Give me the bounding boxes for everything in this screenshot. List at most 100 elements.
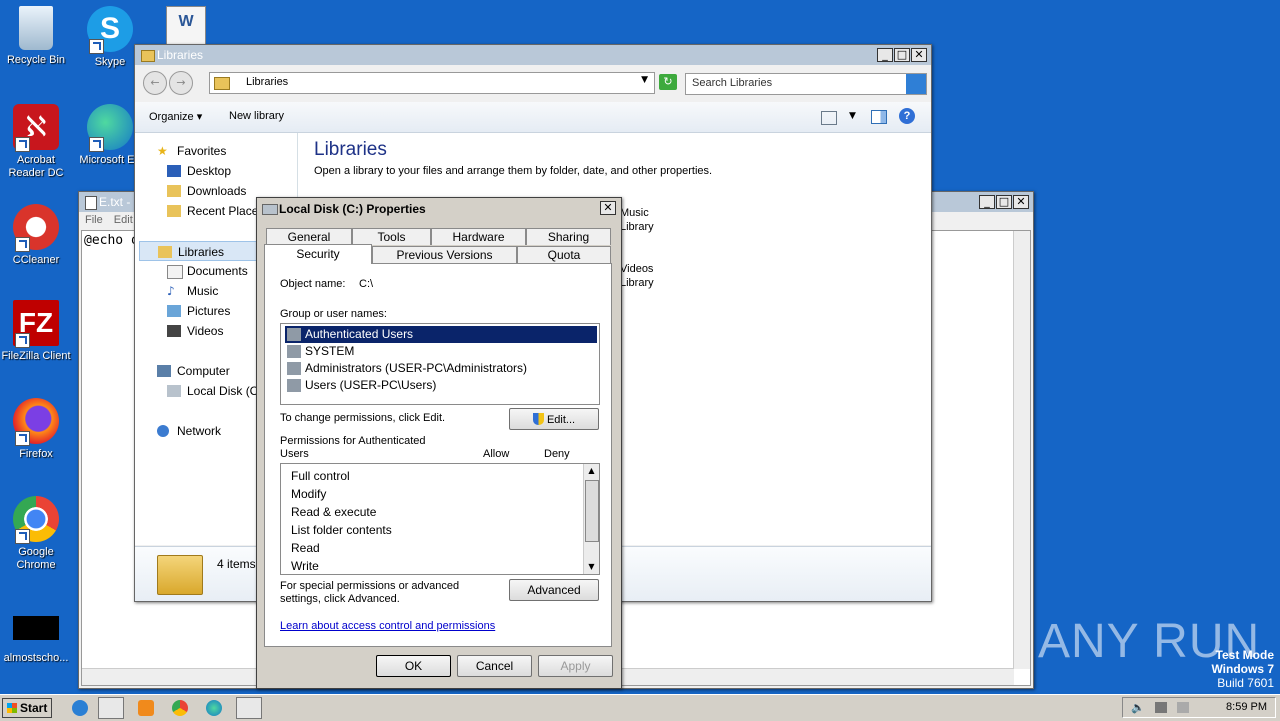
nav-music[interactable]: ♪ Music <box>167 281 218 301</box>
minimize-button[interactable]: _ <box>979 195 995 209</box>
scroll-down-icon[interactable]: ▼ <box>584 560 599 574</box>
close-button[interactable]: ✕ <box>911 48 927 62</box>
user-authenticated-users[interactable]: Authenticated Users <box>285 326 597 343</box>
desktop-icon-chrome[interactable]: Google Chrome <box>0 496 74 572</box>
search-box[interactable]: Search Libraries <box>685 73 927 95</box>
menu-file[interactable]: File <box>85 214 103 226</box>
desktop-icon-recycle-bin[interactable]: Recycle Bin <box>0 6 74 67</box>
cancel-button[interactable]: Cancel <box>457 655 532 677</box>
edge-taskbar-icon[interactable] <box>206 700 222 716</box>
ie-icon[interactable] <box>72 700 88 716</box>
ok-button[interactable]: OK <box>376 655 451 677</box>
notepad-taskbar-icon[interactable] <box>236 697 262 719</box>
desktop-icon-ccleaner[interactable]: CCleaner <box>0 204 74 267</box>
scroll-thumb[interactable] <box>585 480 599 542</box>
chevron-down-icon[interactable]: ▼ <box>641 75 648 85</box>
help-icon[interactable]: ? <box>899 108 915 124</box>
library-tile-music[interactable]: Music Library <box>620 206 654 234</box>
volume-icon[interactable]: 🔈 <box>1131 701 1145 714</box>
properties-dialog[interactable]: Local Disk (C:) Properties ✕ General Too… <box>256 197 622 689</box>
tab-sharing[interactable]: Sharing <box>526 228 611 245</box>
drive-title-icon <box>262 204 278 215</box>
start-button[interactable]: Start <box>2 698 52 718</box>
nav-network[interactable]: Network <box>157 421 221 441</box>
flag-icon[interactable] <box>1177 702 1189 713</box>
tab-previous-versions[interactable]: Previous Versions <box>372 246 517 263</box>
tab-tools[interactable]: Tools <box>352 228 431 245</box>
address-bar[interactable]: Libraries ▼ <box>209 72 655 94</box>
nav-recent-places[interactable]: Recent Places <box>167 201 264 221</box>
perm-write: Write <box>291 559 319 573</box>
explorer-taskbar-icon[interactable] <box>98 697 124 719</box>
permissions-scrollbar[interactable]: ▲ ▼ <box>583 464 599 574</box>
object-name-label: Object name: <box>280 278 346 290</box>
users-icon <box>287 345 301 358</box>
new-library-button[interactable]: New library <box>229 110 284 122</box>
address-text: Libraries <box>246 76 289 88</box>
close-button[interactable]: ✕ <box>1013 195 1029 209</box>
explorer-titlebar[interactable]: Libraries _ □ ✕ <box>135 45 931 65</box>
tab-hardware[interactable]: Hardware <box>431 228 526 245</box>
tab-general[interactable]: General <box>266 228 352 245</box>
chevron-down-icon[interactable]: ▼ <box>849 111 856 121</box>
libraries-title-icon <box>141 50 155 62</box>
desktop-icon-firefox[interactable]: Firefox <box>0 398 74 461</box>
tab-security[interactable]: Security <box>264 244 372 264</box>
desktop-icon-almostscho[interactable]: almostscho... <box>0 616 74 665</box>
nav-documents[interactable]: Documents <box>167 261 248 281</box>
user-users[interactable]: Users (USER-PC\Users) <box>285 377 597 394</box>
dialog-titlebar[interactable]: Local Disk (C:) Properties ✕ <box>257 198 621 220</box>
explorer-toolbar: Organize ▾ New library ▼ ? <box>135 102 931 133</box>
nav-computer[interactable]: Computer <box>157 361 230 381</box>
users-icon <box>287 379 301 392</box>
user-list[interactable]: Authenticated Users SYSTEM Administrator… <box>280 323 600 405</box>
libraries-large-icon <box>157 555 203 595</box>
close-button[interactable]: ✕ <box>600 201 616 215</box>
preview-pane-icon[interactable] <box>871 110 887 124</box>
search-input[interactable]: Search Libraries <box>692 77 772 89</box>
back-button[interactable]: ← <box>143 71 167 95</box>
menu-edit[interactable]: Edit <box>114 214 133 226</box>
view-options-icon[interactable] <box>821 111 837 125</box>
library-tile-videos[interactable]: Videos Library <box>620 262 654 290</box>
search-icon[interactable] <box>906 74 926 94</box>
recent-places-icon <box>167 205 181 217</box>
maximize-button[interactable]: □ <box>894 48 910 62</box>
apply-button[interactable]: Apply <box>538 655 613 677</box>
refresh-icon[interactable]: ↻ <box>659 74 677 90</box>
libraries-icon <box>158 246 172 258</box>
maximize-button[interactable]: □ <box>996 195 1012 209</box>
nav-videos[interactable]: Videos <box>167 321 223 341</box>
nav-pictures[interactable]: Pictures <box>167 301 230 321</box>
edit-button[interactable]: Edit... <box>509 408 599 430</box>
dialog-title: Local Disk (C:) Properties <box>279 202 426 216</box>
users-icon <box>287 362 301 375</box>
windows-logo-icon <box>7 703 17 713</box>
pictures-icon <box>167 305 181 317</box>
user-system[interactable]: SYSTEM <box>285 343 597 360</box>
perm-full-control: Full control <box>291 469 350 483</box>
desktop-icon-acrobat[interactable]: ℵ Acrobat Reader DC <box>0 104 74 180</box>
advanced-button[interactable]: Advanced <box>509 579 599 601</box>
nav-downloads[interactable]: Downloads <box>167 181 246 201</box>
nav-favorites[interactable]: ★ Favorites <box>157 141 226 161</box>
forward-button[interactable]: → <box>169 71 193 95</box>
minimize-button[interactable]: _ <box>877 48 893 62</box>
learn-link[interactable]: Learn about access control and permissio… <box>280 620 495 632</box>
tab-quota[interactable]: Quota <box>517 246 611 263</box>
vertical-scrollbar[interactable] <box>1013 231 1030 669</box>
desktop-icon-filezilla[interactable]: FZ FileZilla Client <box>0 300 74 363</box>
explorer-navbar: ← → Libraries ▼ ↻ Search Libraries <box>135 66 931 100</box>
network-tray-icon[interactable] <box>1155 702 1167 713</box>
clock[interactable]: 8:59 PM <box>1226 701 1267 713</box>
media-player-icon[interactable] <box>138 700 154 716</box>
black-file-icon <box>13 616 59 640</box>
scroll-up-icon[interactable]: ▲ <box>584 464 599 478</box>
chrome-taskbar-icon[interactable] <box>172 700 188 716</box>
user-administrators[interactable]: Administrators (USER-PC\Administrators) <box>285 360 597 377</box>
permissions-list[interactable]: Full control Modify Read & execute List … <box>280 463 600 575</box>
nav-local-disk[interactable]: Local Disk (C:) <box>167 381 266 401</box>
shield-icon <box>532 413 544 425</box>
organize-button[interactable]: Organize ▾ <box>149 110 202 123</box>
nav-desktop[interactable]: Desktop <box>167 161 231 181</box>
